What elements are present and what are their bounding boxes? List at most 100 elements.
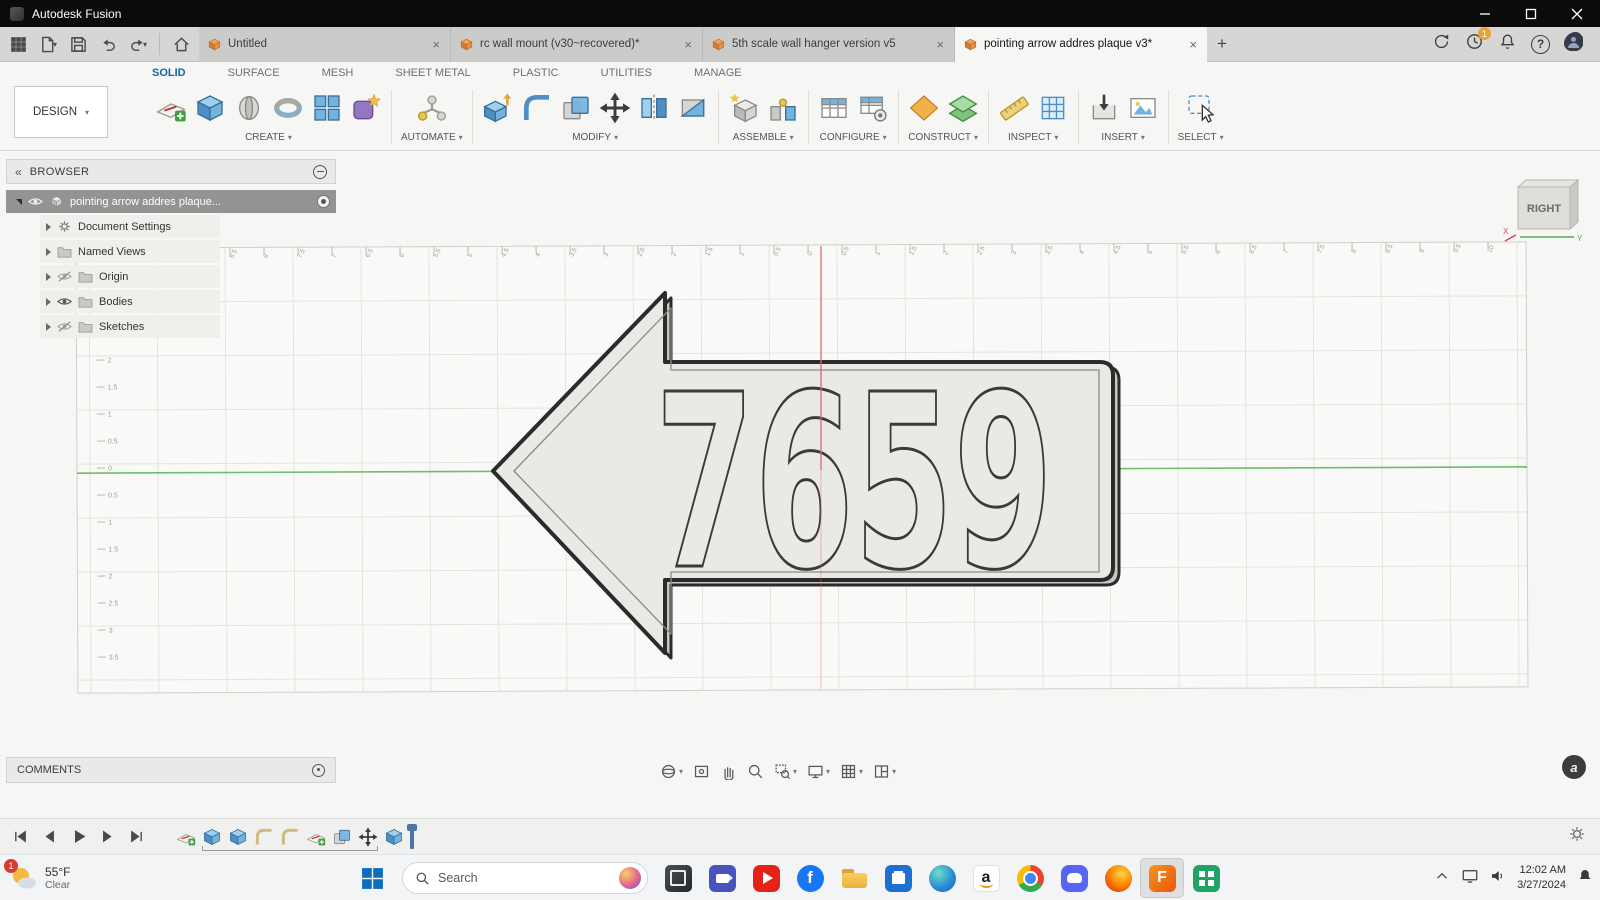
- tab-close-icon[interactable]: ×: [1187, 37, 1199, 52]
- taskbar-clock[interactable]: 12:02 AM 3/27/2024: [1517, 863, 1566, 893]
- press-pull-icon[interactable]: [482, 92, 514, 124]
- new-component-icon[interactable]: [728, 92, 760, 124]
- group-label-construct[interactable]: CONSTRUCT: [908, 132, 978, 143]
- go-to-start-icon[interactable]: [8, 825, 32, 849]
- zoom-tool[interactable]: [747, 763, 764, 780]
- doc-tab-pointing-arrow-plaque[interactable]: pointing arrow addres plaque v3* ×: [955, 26, 1207, 62]
- ribbon-tab-sheet-metal[interactable]: SHEET METAL: [395, 67, 470, 79]
- app-menu-icon[interactable]: [4, 30, 32, 58]
- tray-volume-icon[interactable]: [1489, 867, 1507, 890]
- extrude-icon[interactable]: [194, 92, 226, 124]
- 3d-viewport[interactable]: 10.5109.598.587.576.565.554.543.532.521.…: [0, 151, 1600, 818]
- notifications-bell-icon[interactable]: [1498, 32, 1517, 56]
- maximize-button[interactable]: [1508, 0, 1554, 27]
- ribbon-tab-utilities[interactable]: UTILITIES: [601, 67, 652, 79]
- play-icon[interactable]: [66, 825, 90, 849]
- expander-icon[interactable]: [46, 297, 51, 306]
- group-label-automate[interactable]: AUTOMATE: [401, 132, 463, 143]
- configure-settings-icon[interactable]: [857, 92, 889, 124]
- taskbar-app-chrome[interactable]: [1008, 858, 1052, 898]
- user-avatar[interactable]: [1564, 32, 1588, 56]
- browser-item-document-settings[interactable]: Document Settings: [40, 215, 220, 238]
- expander-icon[interactable]: [46, 322, 51, 331]
- doc-tab-rc-wall-mount[interactable]: rc wall mount (v30~recovered)* ×: [451, 26, 703, 62]
- taskbar-app-fusion[interactable]: [1140, 858, 1184, 898]
- expander-icon[interactable]: [46, 272, 51, 281]
- start-button[interactable]: [350, 858, 394, 898]
- weather-widget[interactable]: 1 55°F Clear: [4, 859, 70, 897]
- browser-item-origin[interactable]: Origin: [40, 265, 220, 288]
- timeline-position-marker[interactable]: [407, 823, 417, 849]
- eye-off-icon[interactable]: [57, 270, 72, 283]
- expander-icon[interactable]: [46, 222, 51, 231]
- pan-hand-tool[interactable]: [720, 763, 737, 780]
- split-body-icon[interactable]: [677, 92, 709, 124]
- group-label-create[interactable]: CREATE: [245, 132, 292, 143]
- ribbon-tab-manage[interactable]: MANAGE: [694, 67, 742, 79]
- joint-icon[interactable]: [767, 92, 799, 124]
- feature-sketch-icon[interactable]: [176, 827, 196, 847]
- tray-notifications-bell-icon[interactable]: [1576, 867, 1594, 890]
- feature-extrude-icon[interactable]: [384, 827, 404, 847]
- grid-snap-settings[interactable]: ▾: [840, 763, 863, 780]
- help-icon[interactable]: ?: [1531, 34, 1550, 54]
- taskbar-app-task-view[interactable]: [656, 858, 700, 898]
- close-button[interactable]: [1554, 0, 1600, 27]
- fillet-icon[interactable]: [521, 92, 553, 124]
- comments-target-icon[interactable]: [312, 763, 325, 777]
- timeline-settings-gear-icon[interactable]: [1568, 825, 1600, 848]
- ribbon-tab-mesh[interactable]: MESH: [322, 67, 354, 79]
- viewcube-side-face[interactable]: [1569, 178, 1579, 231]
- expander-icon[interactable]: [16, 198, 22, 205]
- orbit-tool[interactable]: ▾: [660, 763, 683, 780]
- new-design-icon[interactable]: ▾: [34, 30, 62, 58]
- home-icon[interactable]: [167, 30, 195, 58]
- browser-item-named-views[interactable]: Named Views: [40, 240, 220, 263]
- tray-chevron-up-icon[interactable]: [1433, 867, 1451, 890]
- browser-root-row[interactable]: pointing arrow addres plaque...: [6, 190, 336, 213]
- taskbar-app-amazon[interactable]: [964, 858, 1008, 898]
- viewcube[interactable]: RIGHT X Y: [1502, 175, 1586, 247]
- workspace-selector[interactable]: DESIGN: [14, 86, 108, 138]
- feature-combine-icon[interactable]: [332, 827, 352, 847]
- align-icon[interactable]: [638, 92, 670, 124]
- display-settings[interactable]: ▾: [807, 763, 830, 780]
- feature-move-icon[interactable]: [358, 827, 378, 847]
- create-sketch-icon[interactable]: [155, 92, 187, 124]
- eye-icon[interactable]: [57, 295, 72, 308]
- coil-icon[interactable]: [272, 92, 304, 124]
- undo-icon[interactable]: [94, 30, 122, 58]
- create-form-icon[interactable]: [350, 92, 382, 124]
- look-at-tool[interactable]: [693, 763, 710, 780]
- step-forward-icon[interactable]: [95, 825, 119, 849]
- feature-chamfer-icon[interactable]: [280, 827, 300, 847]
- viewcube-top-face[interactable]: [1516, 179, 1580, 188]
- go-to-end-icon[interactable]: [124, 825, 148, 849]
- configuration-table-icon[interactable]: [818, 92, 850, 124]
- activate-component-radio[interactable]: [317, 195, 330, 208]
- minimize-button[interactable]: [1462, 0, 1508, 27]
- measure-icon[interactable]: [998, 92, 1030, 124]
- collapse-browser-icon[interactable]: «: [15, 165, 22, 179]
- tab-close-icon[interactable]: ×: [934, 37, 946, 52]
- visibility-eye-icon[interactable]: [28, 195, 43, 208]
- minimize-browser-icon[interactable]: [313, 164, 327, 179]
- pattern-icon[interactable]: [311, 92, 343, 124]
- taskbar-app-facebook[interactable]: [788, 858, 832, 898]
- taskbar-app-youtube[interactable]: [744, 858, 788, 898]
- taskbar-app-edge[interactable]: [920, 858, 964, 898]
- feature-sketch-icon[interactable]: [306, 827, 326, 847]
- taskbar-app-sheets[interactable]: [1184, 858, 1228, 898]
- tab-close-icon[interactable]: ×: [430, 37, 442, 52]
- feature-extrude-icon[interactable]: [202, 827, 222, 847]
- section-analysis-icon[interactable]: [1037, 92, 1069, 124]
- ribbon-tab-solid[interactable]: SOLID: [152, 67, 186, 79]
- browser-item-bodies[interactable]: Bodies: [40, 290, 220, 313]
- taskbar-app-store[interactable]: [876, 858, 920, 898]
- ribbon-tab-surface[interactable]: SURFACE: [228, 67, 280, 79]
- new-tab-button[interactable]: +: [1207, 29, 1237, 59]
- expander-icon[interactable]: [46, 247, 51, 256]
- taskbar-app-file-explorer[interactable]: [832, 858, 876, 898]
- taskbar-app-discord[interactable]: [1052, 858, 1096, 898]
- doc-tab-wall-hanger[interactable]: 5th scale wall hanger version v5 ×: [703, 26, 955, 62]
